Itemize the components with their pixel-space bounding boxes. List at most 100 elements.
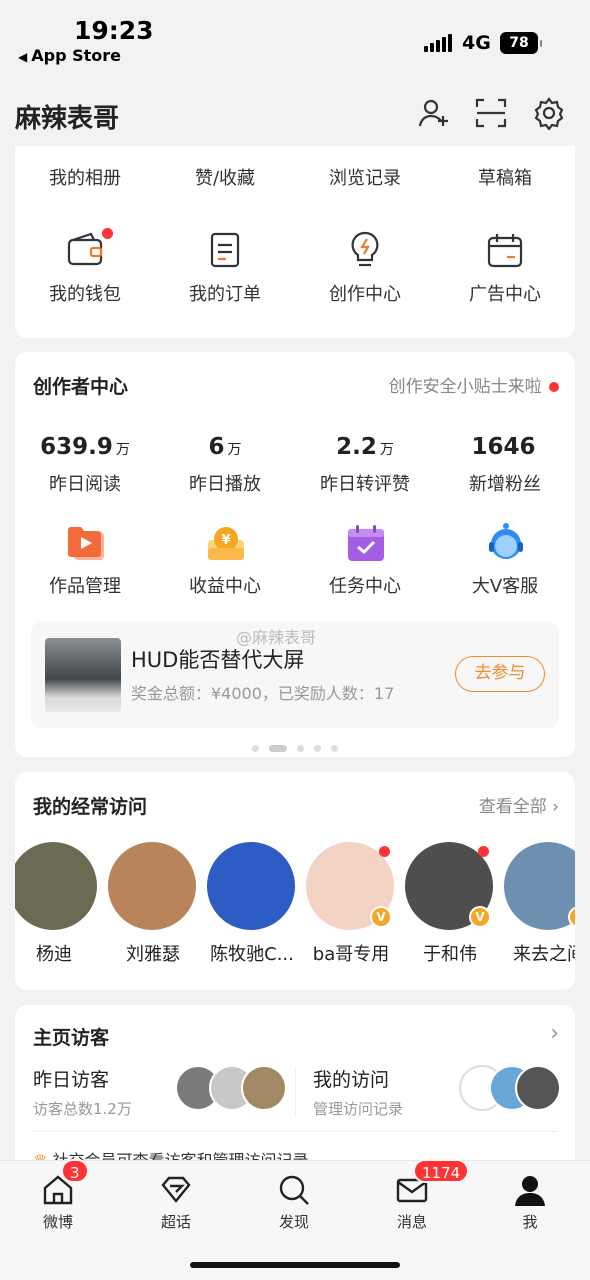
- quick-links-row2: 我的钱包 我的订单 创作中心 广告中心: [15, 228, 575, 306]
- verified-badge-icon: V: [469, 906, 491, 928]
- creation-center-link[interactable]: 创作中心: [295, 230, 435, 306]
- tab-me[interactable]: 我: [490, 1173, 570, 1232]
- creator-center-card: 创作者中心 创作安全小贴士来啦 639.9 万 昨日阅读 6万 昨日播放 2.2 万…: [15, 352, 575, 757]
- avatar: [108, 842, 196, 930]
- frequent-visit-item[interactable]: Vba哥专用: [306, 842, 396, 966]
- banner-title: HUD能否替代大屏: [131, 648, 305, 672]
- likes-favorites-link[interactable]: 赞/收藏: [155, 164, 295, 190]
- creator-tip-link[interactable]: 创作安全小贴士来啦: [389, 372, 559, 397]
- tab-messages[interactable]: 1174 消息: [372, 1159, 470, 1232]
- my-visits[interactable]: 我的访问 管理访问记录: [313, 1065, 403, 1119]
- signal-icon: [424, 34, 454, 52]
- bulb-icon: [345, 230, 385, 270]
- tip-red-dot: [549, 382, 559, 392]
- drafts-link[interactable]: 草稿箱: [435, 164, 575, 190]
- visitors-card: 主页访客 › 昨日访客 访客总数1.2万 我的访问 管理访问记录 ♛ 社交会员可…: [15, 1005, 575, 1175]
- avatar-name: ba哥专用: [312, 944, 390, 965]
- diamond-icon: [159, 1173, 193, 1207]
- wallet-icon: [65, 228, 113, 270]
- avatar-name: 陈牧驰C...: [210, 944, 294, 965]
- works-icon: [65, 522, 105, 562]
- stat-plays[interactable]: 6万 昨日播放: [155, 434, 295, 496]
- history-link[interactable]: 浏览记录: [295, 164, 435, 190]
- scan-icon[interactable]: [474, 96, 508, 130]
- svg-text:¥: ¥: [221, 533, 230, 548]
- banner-subtitle: 奖金总额：¥4000，已奖励人数：17: [131, 684, 395, 703]
- avatar-name: 于和伟: [423, 944, 477, 965]
- chevron-right-icon[interactable]: ›: [550, 1021, 559, 1046]
- settings-icon[interactable]: [532, 96, 566, 130]
- creator-center-title: 创作者中心: [33, 376, 129, 398]
- frequent-visit-item[interactable]: 刘雅瑟: [108, 842, 198, 966]
- home-icon: 3: [41, 1159, 89, 1207]
- frequent-visits-card: 我的经常访问 查看全部 › 杨迪刘雅瑟陈牧驰C...Vba哥专用V于和伟V来去之…: [15, 772, 575, 990]
- carousel-dots: [15, 738, 575, 757]
- my-visits-avatars: [459, 1065, 561, 1113]
- task-center-link[interactable]: 任务中心: [295, 522, 435, 598]
- service-headset-icon: [485, 522, 525, 562]
- avatar: V: [405, 842, 493, 930]
- avatar: [207, 842, 295, 930]
- orders-link[interactable]: 我的订单: [155, 230, 295, 306]
- income-icon: ¥: [205, 522, 245, 562]
- ad-calendar-icon: [485, 230, 525, 270]
- frequent-avatars: 杨迪刘雅瑟陈牧驰C...Vba哥专用V于和伟V来去之间: [15, 842, 575, 974]
- back-app-label: App Store: [31, 46, 121, 65]
- avatar: [15, 842, 97, 930]
- income-center-link[interactable]: ¥ 收益中心: [155, 522, 295, 598]
- watermark: @麻辣表哥: [236, 628, 317, 647]
- status-time: 19:23: [74, 16, 154, 45]
- view-all-link[interactable]: 查看全部 ›: [479, 792, 559, 817]
- order-icon: [205, 230, 245, 270]
- creator-stats: 639.9 万 昨日阅读 6万 昨日播放 2.2 万 昨日转评赞 1646 新增粉丝: [15, 434, 575, 496]
- yesterday-visitors[interactable]: 昨日访客 访客总数1.2万: [33, 1065, 132, 1119]
- tab-weibo[interactable]: 3 微博: [18, 1159, 98, 1232]
- frequent-visit-item[interactable]: 杨迪: [15, 842, 99, 966]
- album-link[interactable]: 我的相册: [15, 164, 155, 190]
- search-icon: [277, 1173, 311, 1207]
- ad-center-link[interactable]: 广告中心: [435, 230, 575, 306]
- add-user-icon[interactable]: [416, 96, 450, 130]
- banner-thumbnail: [45, 638, 121, 712]
- weibo-badge: 3: [61, 1159, 89, 1183]
- update-red-dot: [478, 846, 489, 857]
- visitor-avatars: [175, 1065, 287, 1113]
- profile-icon: [513, 1173, 547, 1207]
- wallet-link[interactable]: 我的钱包: [15, 228, 155, 306]
- wallet-red-dot: [102, 228, 113, 239]
- stat-new-fans[interactable]: 1646 新增粉丝: [435, 434, 575, 496]
- battery-indicator: 78: [500, 32, 542, 54]
- top-nav: 麻辣表哥: [0, 80, 590, 146]
- tab-discover[interactable]: 发现: [254, 1173, 334, 1232]
- home-indicator: [190, 1262, 400, 1268]
- creator-tools: 作品管理 ¥ 收益中心 任务中心 大V客服: [15, 522, 575, 598]
- avatar-name: 来去之间: [513, 944, 575, 965]
- page-title: 麻辣表哥: [15, 104, 120, 134]
- back-to-app-store[interactable]: ◀ App Store: [18, 46, 121, 65]
- works-management-link[interactable]: 作品管理: [15, 522, 155, 598]
- frequent-visit-item[interactable]: V 于和伟: [405, 842, 495, 966]
- frequent-visit-item[interactable]: 陈牧驰C...: [207, 842, 297, 966]
- tab-super-topic[interactable]: 超话: [136, 1173, 216, 1232]
- chevron-right-icon: ›: [546, 797, 559, 817]
- frequent-visits-title: 我的经常访问: [33, 796, 148, 818]
- vip-service-link[interactable]: 大V客服: [435, 522, 575, 598]
- back-arrow-icon: ◀: [18, 50, 28, 64]
- avatar: V: [504, 842, 575, 930]
- avatar-name: 刘雅瑟: [126, 944, 180, 965]
- frequent-visit-item[interactable]: V 来去之间: [504, 842, 575, 966]
- join-button[interactable]: 去参与: [455, 656, 545, 692]
- stat-reads[interactable]: 639.9 万 昨日阅读: [15, 434, 155, 496]
- verified-badge-icon: V: [568, 906, 575, 928]
- visitors-title: 主页访客: [33, 1027, 110, 1049]
- quick-links-row1: 我的相册 赞/收藏 浏览记录 草稿箱: [15, 164, 575, 190]
- mail-icon: 1174: [395, 1159, 470, 1207]
- network-type: 4G: [462, 32, 491, 54]
- update-red-dot: [379, 846, 390, 857]
- task-calendar-icon: [345, 522, 385, 562]
- messages-badge: 1174: [413, 1159, 470, 1183]
- status-bar: 19:23 ◀ App Store 4G 78: [0, 0, 590, 80]
- avatar: V: [306, 842, 394, 930]
- stat-interactions[interactable]: 2.2 万 昨日转评赞: [295, 434, 435, 496]
- quick-links-card: 我的相册 赞/收藏 浏览记录 草稿箱 我的钱包 我的订单 创作中心 广告中心: [15, 146, 575, 338]
